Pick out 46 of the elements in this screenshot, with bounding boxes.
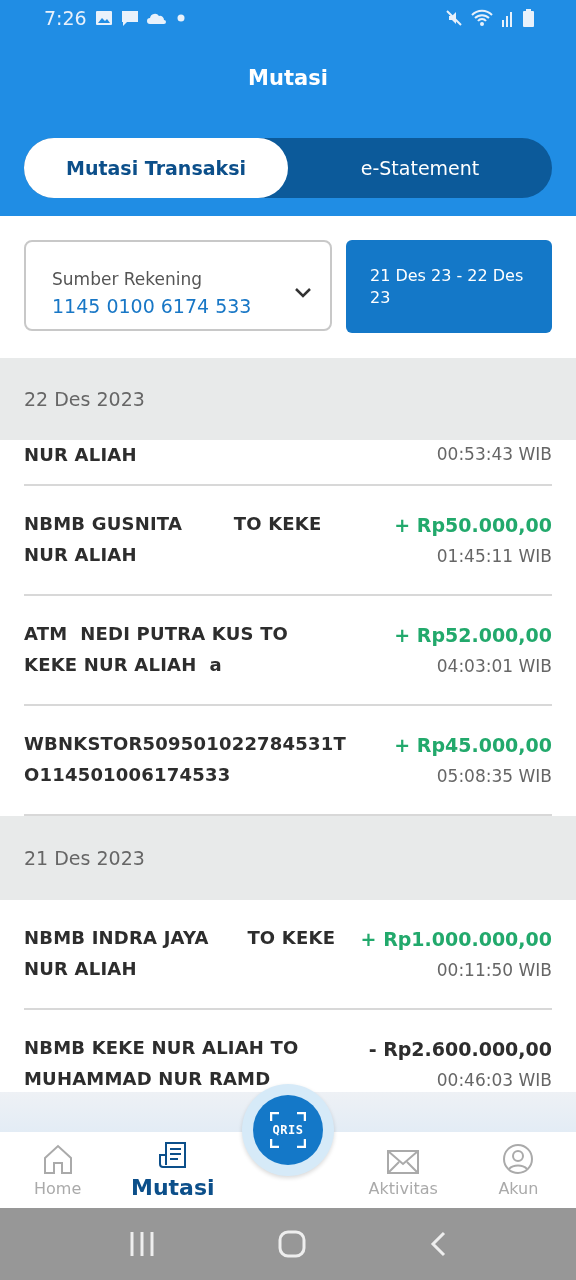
transaction-time: 04:03:01 WIB	[436, 655, 552, 678]
transaction-time: 00:46:03 WIB	[436, 1069, 552, 1092]
signal-icon	[501, 9, 515, 27]
clock: 7:26	[44, 7, 87, 29]
date-header: 22 Des 2023	[0, 358, 576, 440]
home-button-icon[interactable]	[278, 1230, 306, 1258]
wifi-icon	[471, 9, 493, 27]
transaction-amount: + Rp1.000.000,00	[360, 927, 552, 952]
battery-icon	[523, 9, 534, 27]
transaction-amount: - Rp2.600.000,00	[368, 1037, 552, 1062]
document-icon	[156, 1139, 189, 1171]
transaction-description: NBMB GUSNITA TO KEKE NUR ALIAH	[24, 512, 322, 567]
transaction-description: ATM NEDI PUTRA KUS TO KEKE NUR ALIAH a	[24, 622, 289, 677]
transaction-amount: + Rp52.000,00	[394, 623, 552, 648]
date-range-button[interactable]: 21 Des 23 - 22 Des 23	[346, 240, 552, 333]
chevron-down-icon	[294, 286, 312, 299]
message-icon	[120, 9, 139, 27]
nav-tab[interactable]: Akun	[460, 1132, 576, 1208]
cloud-icon	[146, 12, 167, 24]
transaction-time: 01:45:11 WIB	[436, 545, 552, 568]
transaction-time: 00:11:50 WIB	[436, 959, 552, 982]
mute-icon	[445, 9, 463, 27]
date-header: 21 Des 2023	[0, 816, 576, 900]
transaction-description: WBNKSTOR509501022784531T O114501006174533	[24, 732, 346, 787]
nav-tab[interactable]: Aktivitas	[345, 1132, 461, 1208]
back-icon[interactable]	[428, 1231, 447, 1257]
transaction-description: NUR ALIAH	[24, 443, 137, 467]
account-number: 1145 0100 6174 533	[52, 294, 253, 317]
dropdown-label: Sumber Rekening	[52, 268, 204, 289]
transaction-description: NBMB INDRA JAYA TO KEKE NUR ALIAH	[24, 926, 336, 981]
image-icon	[94, 10, 113, 26]
nav-tab[interactable]: Home	[0, 1132, 116, 1208]
recents-icon[interactable]	[129, 1231, 156, 1257]
user-icon	[502, 1143, 535, 1175]
tab[interactable]: Mutasi Transaksi	[24, 138, 288, 198]
transaction-amount: + Rp50.000,00	[394, 513, 552, 538]
envelope-icon	[387, 1149, 420, 1175]
transaction-amount: + Rp45.000,00	[394, 733, 552, 758]
scan-frame-icon	[270, 1112, 306, 1148]
screen-title: Mutasi	[248, 65, 328, 92]
account-dropdown[interactable]: Sumber Rekening 1145 0100 6174 533	[24, 240, 332, 331]
home-icon	[41, 1143, 74, 1175]
nav-tab[interactable]: Mutasi	[115, 1132, 231, 1208]
tab[interactable]: e-Statement	[288, 138, 552, 198]
transaction-time: 00:53:43 WIB	[436, 443, 552, 466]
transaction-time: 05:08:35 WIB	[436, 765, 552, 788]
